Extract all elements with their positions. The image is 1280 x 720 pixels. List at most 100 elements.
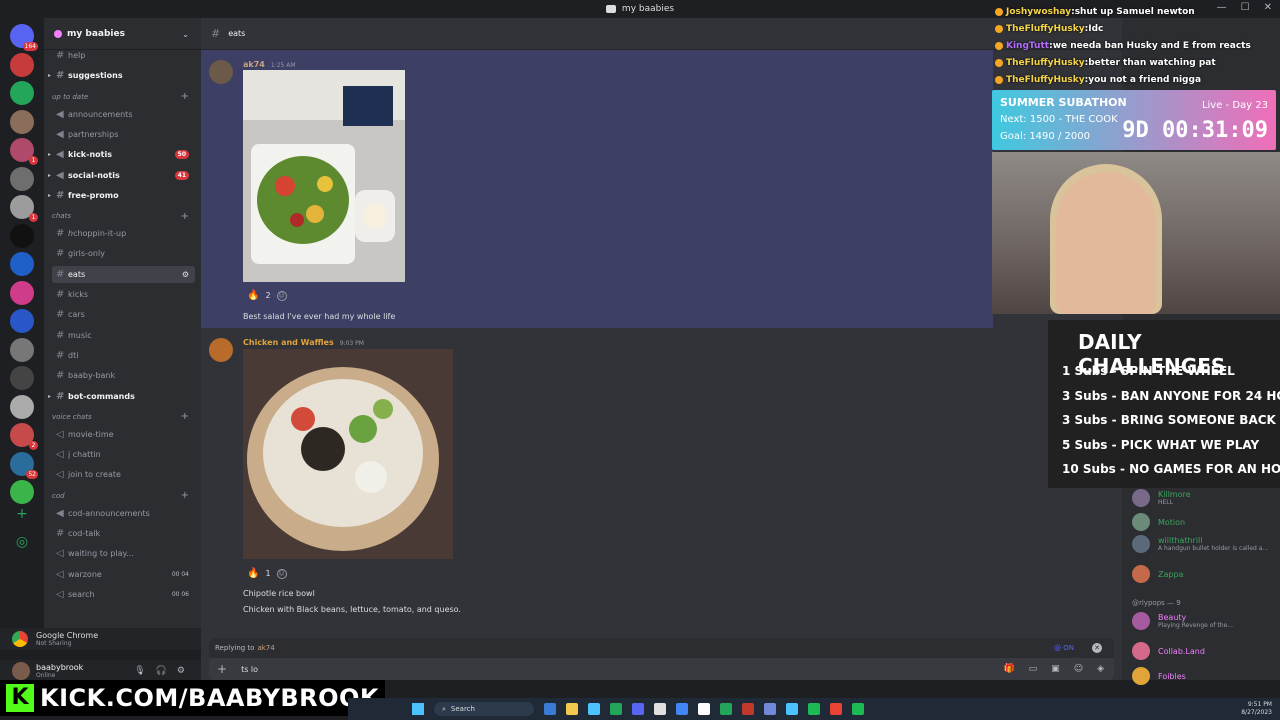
taskbar-app-icon[interactable] — [808, 703, 820, 715]
taskbar-app-icon[interactable] — [610, 703, 622, 715]
member-item[interactable]: Zappa — [1132, 563, 1183, 585]
discover-icon[interactable]: ◎ — [14, 534, 30, 550]
channel-text[interactable]: # girls-only — [52, 245, 195, 262]
server-icon[interactable]: 164 — [10, 24, 38, 51]
author-name[interactable]: Chicken and Waffles — [243, 338, 334, 347]
server-icon[interactable] — [10, 252, 34, 276]
server-icon[interactable]: 2 — [10, 423, 38, 450]
mention-toggle[interactable]: @ ON — [1054, 644, 1074, 652]
taskbar-app-icon[interactable] — [830, 703, 842, 715]
taskbar-app-icon[interactable] — [786, 703, 798, 715]
server-icon[interactable] — [10, 166, 34, 191]
channel-text[interactable]: # help — [52, 47, 195, 64]
microphone-icon[interactable]: 🎙 — [134, 666, 145, 676]
gear-icon[interactable]: ⚙ — [177, 666, 185, 676]
emoji-icon[interactable]: ☺ — [1074, 664, 1083, 674]
channel-category[interactable]: up to date + — [52, 90, 193, 104]
channel-text[interactable]: # kicks — [52, 286, 195, 303]
channel-category[interactable]: cod + — [52, 489, 193, 503]
channel-voice[interactable]: ◁ j chattin — [52, 446, 195, 463]
channel-category[interactable]: chats + — [52, 209, 193, 223]
add-channel-icon[interactable]: + — [181, 211, 189, 222]
windows-start-icon[interactable] — [412, 703, 424, 715]
server-header[interactable]: my baabies ⌄ — [44, 18, 201, 50]
user-avatar[interactable] — [12, 662, 30, 680]
server-icon[interactable]: 1 — [10, 138, 38, 165]
server-icon[interactable] — [10, 309, 34, 333]
channel-category[interactable]: voice chats + — [52, 410, 193, 424]
fire-emoji-icon[interactable]: 🔥 — [247, 290, 259, 301]
member-item[interactable]: Beauty Playing Revenge of the... — [1132, 610, 1233, 632]
add-server-icon[interactable]: + — [14, 506, 30, 522]
reaction-count[interactable]: 2 — [265, 291, 270, 300]
apps-icon[interactable]: ◈ — [1097, 664, 1104, 674]
channel-text[interactable]: # music — [52, 327, 195, 344]
add-reaction-icon[interactable]: ☺ — [276, 568, 287, 579]
channel-text[interactable]: # cod-talk — [52, 525, 195, 542]
author-name[interactable]: ak74 — [243, 60, 265, 69]
headphones-icon[interactable]: 🎧 — [156, 666, 167, 676]
gif-icon[interactable]: ▭ — [1029, 664, 1038, 674]
server-icon[interactable] — [10, 109, 34, 134]
taskbar-app-icon[interactable] — [632, 703, 644, 715]
channel-voice[interactable]: ◁ search 00 06 — [52, 586, 195, 603]
taskbar-search[interactable]: ⌕ Search — [434, 702, 534, 716]
close-reply-icon[interactable]: ✕ — [1092, 643, 1102, 653]
add-channel-icon[interactable]: + — [181, 91, 189, 102]
channel-text[interactable]: # eats ⚙ — [52, 265, 195, 283]
gift-icon[interactable]: 🎁 — [1003, 664, 1014, 674]
server-icon[interactable] — [10, 223, 34, 248]
channel-announce[interactable]: ▸ ◀ kick-notis 50 — [48, 146, 195, 163]
server-icon[interactable] — [10, 366, 34, 390]
message-author[interactable]: ak74 1:25 AM — [243, 60, 296, 69]
taskbar-app-icon[interactable] — [698, 703, 710, 715]
taskbar-app-icon[interactable] — [588, 703, 600, 715]
channel-text[interactable]: # baaby-bank — [52, 367, 195, 384]
channel-voice[interactable]: ◁ waiting to play... — [52, 545, 195, 562]
author-avatar[interactable] — [209, 338, 233, 362]
taskbar-app-icon[interactable] — [676, 703, 688, 715]
channel-text[interactable]: # dti — [52, 347, 195, 364]
fire-emoji-icon[interactable]: 🔥 — [247, 568, 259, 579]
server-icon[interactable] — [10, 337, 34, 362]
channel-voice[interactable]: ◁ warzone 00 04 — [52, 566, 195, 583]
sticker-icon[interactable]: ▣ — [1051, 664, 1060, 674]
channel-settings-icon[interactable]: ⚙ — [182, 270, 189, 279]
taskbar-app-icon[interactable] — [852, 703, 864, 715]
server-icon[interactable] — [10, 480, 34, 504]
server-icon[interactable] — [10, 81, 34, 105]
channel-text[interactable]: ▸ # free-promo — [48, 187, 195, 204]
taskbar-app-icon[interactable] — [764, 703, 776, 715]
rice-bowl-image[interactable] — [243, 349, 453, 559]
channel-announce[interactable]: ◀ partnerships — [52, 126, 195, 143]
taskbar-app-icon[interactable] — [544, 703, 556, 715]
channel-text[interactable]: # cars — [52, 306, 195, 323]
member-item[interactable]: Killmore HELL — [1132, 487, 1191, 509]
taskbar-app-icon[interactable] — [742, 703, 754, 715]
channel-text[interactable]: ▸ # suggestions — [48, 67, 195, 84]
server-icon[interactable] — [10, 52, 34, 77]
channel-voice[interactable]: ◁ movie-time — [52, 426, 195, 443]
reaction-count[interactable]: 1 — [265, 569, 270, 578]
taskbar-app-icon[interactable] — [566, 703, 578, 715]
member-item[interactable]: willthathrill A handgun bullet holder is … — [1132, 533, 1268, 555]
member-item[interactable]: Motion — [1132, 511, 1185, 533]
channel-voice[interactable]: ◁ join to create — [52, 466, 195, 483]
attach-plus-icon[interactable]: + — [217, 662, 227, 676]
add-channel-icon[interactable]: + — [181, 490, 189, 501]
author-avatar[interactable] — [209, 60, 233, 84]
taskbar-app-icon[interactable] — [720, 703, 732, 715]
add-reaction-icon[interactable]: ☺ — [276, 290, 287, 301]
member-item[interactable]: Collab.Land — [1132, 640, 1205, 662]
channel-announce[interactable]: ◀ announcements — [52, 106, 195, 123]
member-item[interactable]: Foibles — [1132, 665, 1186, 687]
message-author[interactable]: Chicken and Waffles 9:03 PM — [243, 338, 364, 347]
message-input[interactable] — [241, 664, 842, 674]
channel-announce[interactable]: ▸ ◀ social-notis 41 — [48, 167, 195, 184]
taskbar-app-icon[interactable] — [654, 703, 666, 715]
add-channel-icon[interactable]: + — [181, 411, 189, 422]
channel-announce[interactable]: ◀ cod-announcements — [52, 505, 195, 522]
server-icon[interactable] — [10, 280, 34, 305]
salad-image[interactable] — [243, 70, 405, 282]
server-icon[interactable]: 52 — [10, 451, 38, 479]
